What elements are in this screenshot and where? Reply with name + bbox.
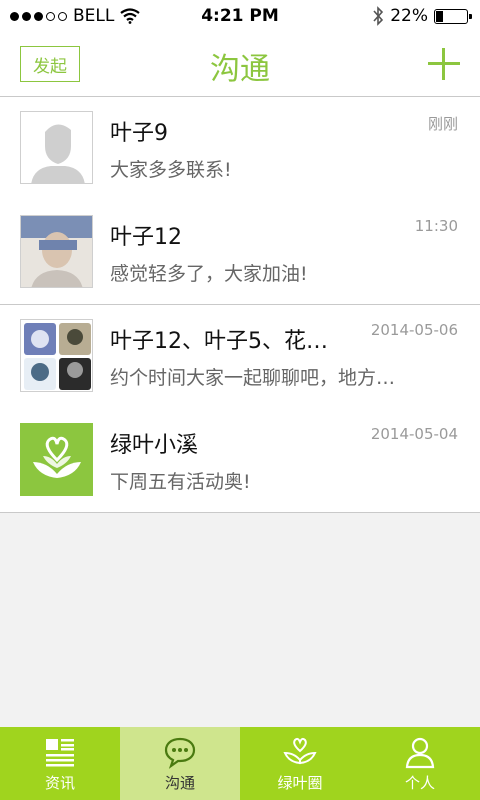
tab-bar: 资讯 沟通 绿叶圈 个人: [0, 727, 480, 800]
tab-label: 沟通: [164, 774, 195, 792]
news-icon: [46, 739, 74, 767]
group-photo-avatar: [21, 320, 92, 391]
tab-circle[interactable]: 绿叶圈: [240, 727, 360, 800]
group-avatar: [20, 319, 93, 392]
leaf-heart-icon: [283, 737, 317, 765]
nav-header: 发起 沟通: [0, 32, 480, 97]
conversation-item[interactable]: 绿叶小溪 下周五有活动奥! 2014-05-04: [0, 409, 480, 513]
conversation-item[interactable]: 叶子12 感觉轻多了，大家加油! 11:30: [0, 201, 480, 305]
avatar: [20, 423, 93, 496]
conversation-list: 叶子9 大家多多联系! 刚刚 叶子12 感觉轻多了，大家加油! 11:30 叶子…: [0, 97, 480, 513]
tab-news[interactable]: 资讯: [0, 727, 120, 800]
add-icon[interactable]: [428, 48, 460, 80]
conversation-name: 绿叶小溪: [110, 433, 199, 458]
conversation-time: 11:30: [414, 217, 458, 235]
status-left: BELL: [10, 6, 141, 26]
status-right: 22%: [372, 6, 472, 26]
battery-percent: 22%: [390, 6, 428, 26]
leaf-heart-logo-icon: [21, 424, 92, 495]
battery-icon: [434, 8, 472, 24]
avatar: [20, 111, 93, 184]
conversation-preview: 约个时间大家一起聊聊吧，地方…: [110, 367, 396, 389]
conversation-name: 叶子12: [110, 225, 182, 250]
bluetooth-icon: [373, 6, 384, 26]
chat-bubble-icon: [164, 737, 196, 769]
conversation-time: 刚刚: [427, 115, 458, 133]
tab-label: 资讯: [44, 774, 75, 792]
conversation-item[interactable]: 叶子9 大家多多联系! 刚刚: [0, 97, 480, 201]
carrier-name: BELL: [73, 6, 115, 26]
conversation-item[interactable]: 叶子12、叶子5、花… 约个时间大家一起聊聊吧，地方… 2014-05-06: [0, 305, 480, 409]
avatar: [20, 215, 93, 288]
user-photo-avatar: [21, 216, 92, 287]
battery-level: [436, 10, 443, 22]
conversation-name: 叶子12、叶子5、花…: [110, 329, 328, 354]
wifi-icon: [120, 8, 141, 24]
conversation-time: 2014-05-04: [370, 425, 458, 443]
tab-label: 绿叶圈: [277, 774, 323, 792]
conversation-preview: 下周五有活动奥!: [110, 471, 251, 493]
tab-label: 个人: [404, 774, 435, 792]
conversation-preview: 大家多多联系!: [110, 159, 232, 181]
status-bar: BELL 4:21 PM 22%: [0, 0, 480, 32]
default-avatar-icon: [21, 112, 92, 183]
tab-profile[interactable]: 个人: [360, 727, 480, 800]
start-chat-button[interactable]: 发起: [20, 46, 80, 82]
signal-strength-icon: [10, 11, 67, 21]
tab-chat[interactable]: 沟通: [120, 727, 240, 800]
conversation-time: 2014-05-06: [370, 321, 458, 339]
person-icon: [405, 737, 435, 769]
conversation-preview: 感觉轻多了，大家加油!: [110, 263, 308, 285]
conversation-name: 叶子9: [110, 121, 168, 146]
